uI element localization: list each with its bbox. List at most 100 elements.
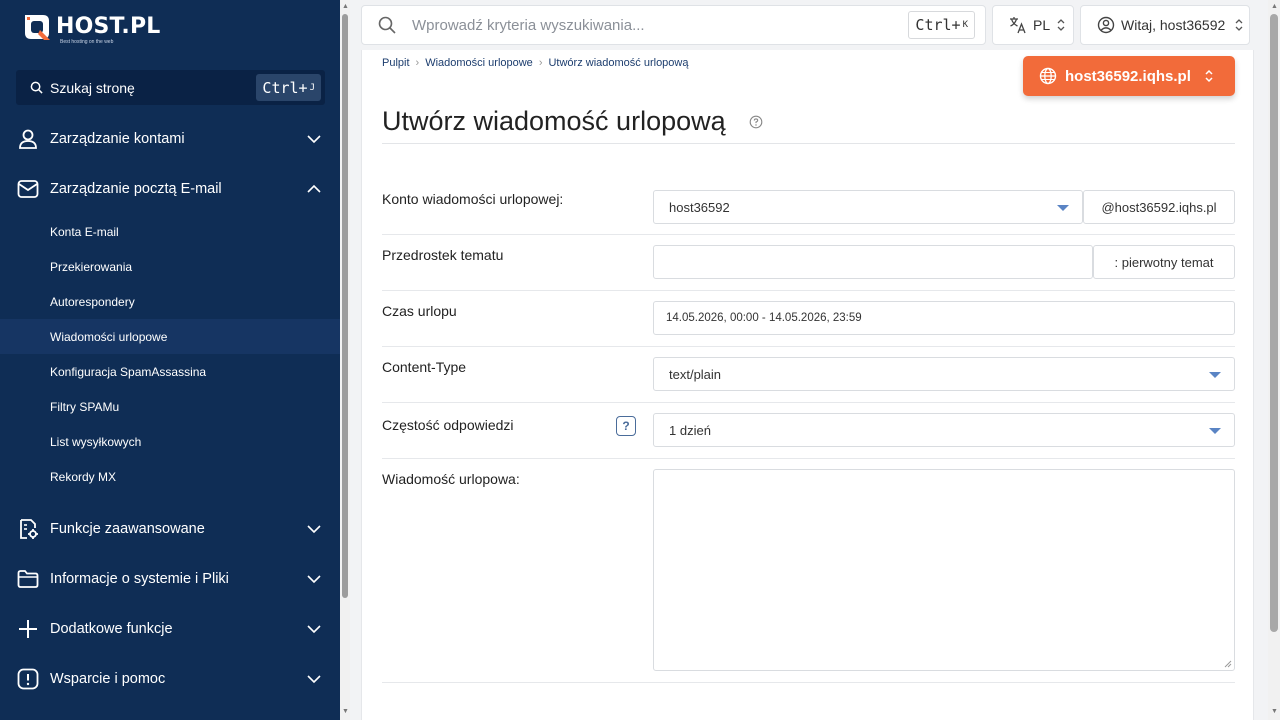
sidebar-search-shortcut: Ctrl+ J [256, 74, 321, 101]
sidebar-item-additional-features[interactable]: Dodatkowe funkcje [0, 607, 340, 651]
account-domain-suffix: @host36592.iqhs.pl [1083, 190, 1235, 224]
reply-frequency-help-icon[interactable]: ? [616, 416, 636, 436]
sidebar-subitem-label: Konta E-mail [50, 224, 119, 239]
sidebar-subitem-email-accounts[interactable]: Konta E-mail [0, 214, 340, 249]
sidebar-subitem-vacation-messages[interactable]: Wiadomości urlopowe [0, 319, 340, 354]
sidebar-subitem-spam-filters[interactable]: Filtry SPAMu [0, 389, 340, 424]
translate-icon [1010, 17, 1026, 34]
folder-icon [17, 570, 39, 588]
sidebar-item-support[interactable]: Wsparcie i pomoc [0, 657, 340, 701]
reply-frequency-label: Częstość odpowiedzi [382, 417, 514, 433]
breadcrumb-item-vacation-messages[interactable]: Wiadomości urlopowe [425, 57, 533, 69]
sidebar-scrollbar[interactable]: ▲ ▼ [340, 0, 350, 720]
scroll-down-arrow-icon[interactable]: ▼ [1271, 708, 1278, 715]
vacation-time-label: Czas urlopu [382, 303, 457, 319]
sidebar-subitem-label: Wiadomości urlopowe [50, 329, 168, 344]
row-divider [382, 290, 1235, 291]
global-search[interactable]: Wprowadź kryteria wyszukiwania... Ctrl+ K [361, 5, 986, 45]
user-menu[interactable]: Witaj, host36592 [1080, 5, 1250, 45]
scroll-down-arrow-icon[interactable]: ▼ [342, 708, 349, 715]
row-divider [382, 682, 1235, 683]
breadcrumb: Pulpit › Wiadomości urlopowe › Utwórz wi… [382, 57, 688, 69]
sidebar-search[interactable]: Szukaj stronę Ctrl+ J [16, 70, 325, 105]
vacation-time-value: 14.05.2026, 00:00 - 14.05.2026, 23:59 [666, 312, 862, 324]
scroll-up-arrow-icon[interactable]: ▲ [1271, 3, 1278, 10]
subject-prefix-label: Przedrostek tematu [382, 247, 504, 263]
chevron-up-icon [307, 184, 321, 193]
sidebar-subitem-label: Autorespondery [50, 294, 135, 309]
dropdown-caret-icon [1209, 372, 1221, 378]
user-circle-icon [1097, 16, 1115, 34]
sidebar-scrollbar-thumb[interactable] [342, 14, 348, 598]
sidebar-item-account-management[interactable]: Zarządzanie kontami [0, 117, 340, 161]
content-panel: Pulpit › Wiadomości urlopowe › Utwórz wi… [361, 50, 1254, 720]
alert-icon [17, 668, 39, 690]
brand-logo[interactable]: HOST.PL Best hosting on the web [22, 12, 161, 45]
resize-handle-icon[interactable] [1224, 660, 1232, 668]
domain-selector-label: host36592.iqhs.pl [1065, 67, 1191, 85]
reply-frequency-select[interactable]: 1 dzień [653, 413, 1235, 447]
sidebar-subitem-label: List wysyłkowych [50, 434, 142, 449]
sidebar-subitem-label: Konfiguracja SpamAssassina [50, 364, 207, 379]
sidebar-subitem-forwarders[interactable]: Przekierowania [0, 249, 340, 284]
content-type-select[interactable]: text/plain [653, 357, 1235, 391]
help-circle-icon[interactable] [749, 115, 763, 129]
sidebar-subitem-mx-records[interactable]: Rekordy MX [0, 459, 340, 494]
sidebar-subitem-mailing-lists[interactable]: List wysyłkowych [0, 424, 340, 459]
sidebar-subitem-spamassassin[interactable]: Konfiguracja SpamAssassina [0, 354, 340, 389]
sidebar-subitem-autoresponders[interactable]: Autorespondery [0, 284, 340, 319]
sidebar-item-email-management[interactable]: Zarządzanie pocztą E-mail [0, 167, 340, 211]
row-divider [382, 458, 1235, 459]
subject-prefix-input[interactable] [653, 245, 1093, 279]
search-icon [30, 81, 43, 94]
message-textarea[interactable] [653, 469, 1235, 671]
updown-chevron-icon [1235, 19, 1243, 31]
sidebar-item-label: Dodatkowe funkcje [50, 621, 173, 637]
chevron-down-icon [307, 525, 321, 534]
page-title: Utwórz wiadomość urlopową [382, 106, 726, 136]
title-divider [382, 143, 1235, 144]
brand-tagline: Best hosting on the web [60, 39, 114, 45]
sidebar-item-label: Wsparcie i pomoc [50, 671, 166, 687]
row-divider [382, 402, 1235, 403]
sidebar-item-label: Informacje o systemie i Pliki [50, 571, 229, 587]
language-selector[interactable]: PL [992, 5, 1074, 45]
sidebar: HOST.PL Best hosting on the web Szukaj s… [0, 0, 340, 720]
sidebar-subitem-label: Rekordy MX [50, 469, 117, 484]
content-type-label: Content-Type [382, 359, 467, 375]
breadcrumb-separator-icon: › [415, 57, 420, 69]
sidebar-item-system-info-files[interactable]: Informacje o systemie i Pliki [0, 557, 340, 601]
chevron-down-icon [307, 675, 321, 684]
main-scrollbar[interactable]: ▲ ▼ [1268, 0, 1280, 720]
breadcrumb-separator-icon: › [538, 57, 543, 69]
sidebar-subitem-label: Przekierowania [50, 259, 133, 274]
scroll-up-arrow-icon[interactable]: ▲ [342, 3, 349, 10]
chevron-down-icon [307, 625, 321, 634]
sidebar-subitem-label: Filtry SPAMu [50, 399, 120, 414]
breadcrumb-item-dashboard[interactable]: Pulpit [382, 57, 410, 69]
vacation-time-input[interactable]: 14.05.2026, 00:00 - 14.05.2026, 23:59 [653, 301, 1235, 335]
logo-mark-icon [22, 12, 52, 42]
subject-prefix-suffix: : pierwotny temat [1093, 245, 1235, 279]
chevron-down-icon [307, 135, 321, 144]
updown-chevron-icon [1205, 69, 1213, 83]
search-icon [378, 16, 396, 34]
updown-chevron-icon [1057, 19, 1065, 31]
sidebar-item-advanced-features[interactable]: Funkcje zaawansowane [0, 507, 340, 551]
account-label: Konto wiadomości urlopowej: [382, 191, 564, 207]
brand-name: HOST.PL [56, 14, 161, 39]
main-scrollbar-thumb[interactable] [1270, 14, 1278, 632]
dropdown-caret-icon [1057, 205, 1069, 211]
content-type-value: text/plain [669, 366, 722, 382]
sidebar-search-label: Szukaj stronę [50, 79, 135, 96]
globe-icon [1039, 67, 1057, 85]
user-icon [19, 129, 37, 149]
sidebar-item-label: Funkcje zaawansowane [50, 521, 205, 537]
breadcrumb-item-current: Utwórz wiadomość urlopową [548, 57, 689, 69]
reply-frequency-value: 1 dzień [669, 422, 711, 438]
domain-selector[interactable]: host36592.iqhs.pl [1023, 56, 1235, 96]
settings-doc-icon [20, 519, 38, 539]
row-divider [382, 346, 1235, 347]
user-greeting: Witaj, host36592 [1121, 17, 1226, 33]
account-select[interactable]: host36592 [653, 190, 1083, 224]
